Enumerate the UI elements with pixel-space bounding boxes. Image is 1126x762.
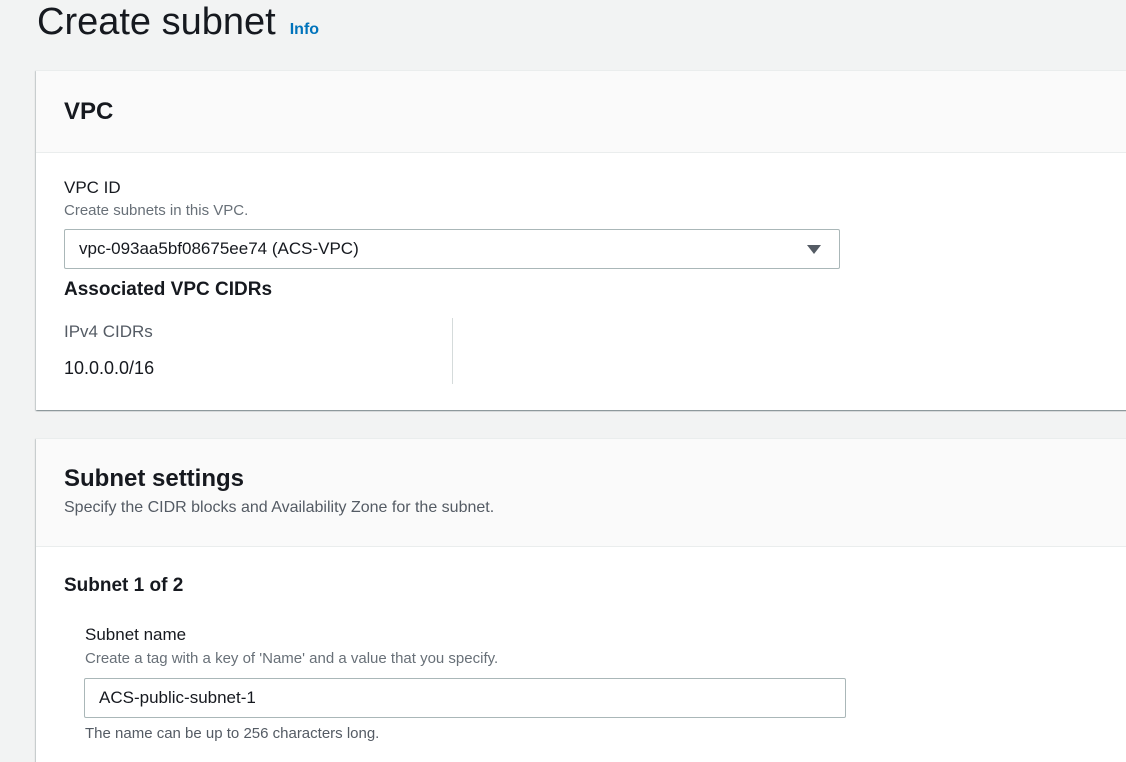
- subnet-name-description: Create a tag with a key of 'Name' and a …: [85, 650, 499, 667]
- subnet-name-input[interactable]: [84, 678, 846, 718]
- subnet-name-constraint: The name can be up to 256 characters lon…: [85, 725, 380, 742]
- page-title: Create subnet: [37, 1, 276, 43]
- vpc-id-selected-value: vpc-093aa5bf08675ee74 (ACS-VPC): [79, 239, 359, 258]
- subnet-settings-heading: Subnet settings: [64, 465, 245, 492]
- info-link[interactable]: Info: [290, 21, 319, 39]
- caret-down-icon: [807, 245, 821, 254]
- associated-cidrs-heading: Associated VPC CIDRs: [64, 279, 273, 300]
- vpc-panel: VPC VPC ID Create subnets in this VPC. v…: [36, 70, 1126, 410]
- vpc-panel-header: VPC: [36, 71, 1126, 153]
- subnet-settings-panel: Subnet settings Specify the CIDR blocks …: [36, 438, 1126, 762]
- subnet-settings-header: Subnet settings Specify the CIDR blocks …: [36, 439, 1126, 547]
- page-header: Create subnet Info: [37, 0, 319, 48]
- ipv4-cidrs-label: IPv4 CIDRs: [64, 322, 153, 341]
- subnet-counter: Subnet 1 of 2: [64, 575, 184, 596]
- vpc-id-select[interactable]: vpc-093aa5bf08675ee74 (ACS-VPC): [64, 229, 840, 269]
- subnet-settings-description: Specify the CIDR blocks and Availability…: [64, 499, 495, 516]
- vpc-id-description: Create subnets in this VPC.: [64, 202, 249, 219]
- vpc-id-label: VPC ID: [64, 178, 121, 197]
- subnet-name-label: Subnet name: [85, 625, 187, 644]
- vpc-panel-heading: VPC: [64, 97, 114, 125]
- column-divider: [452, 318, 453, 384]
- create-subnet-page: Create subnet Info VPC VPC ID Create sub…: [0, 0, 1126, 762]
- ipv4-cidrs-value: 10.0.0.0/16: [64, 358, 155, 378]
